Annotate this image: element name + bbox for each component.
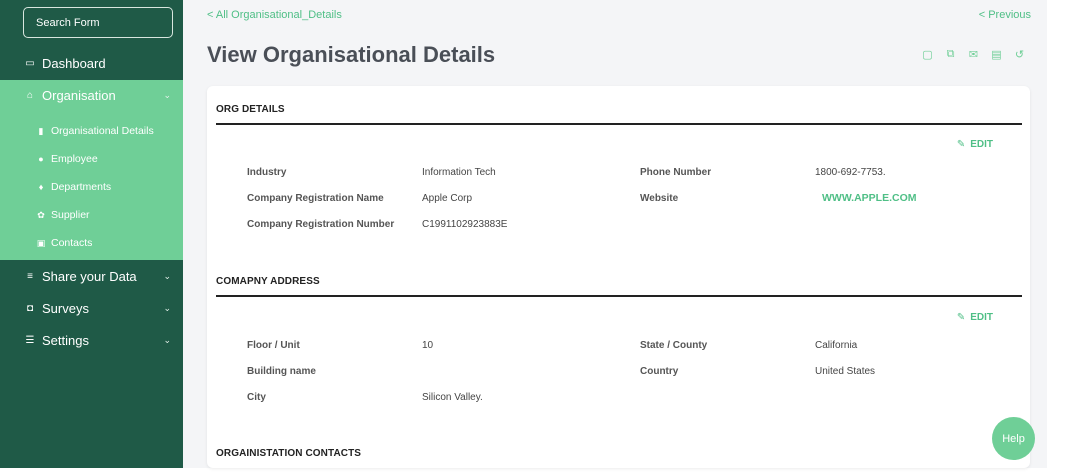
breadcrumb-all-organisational-details[interactable]: < All Organisational_Details <box>207 9 342 21</box>
sidebar-item-label: Organisation <box>42 87 116 103</box>
help-button[interactable]: Help <box>992 417 1035 460</box>
search-form-button[interactable]: Search Form <box>23 7 173 38</box>
sidebar-item-label: Dashboard <box>42 55 106 71</box>
supplier-icon: ✿ <box>37 209 45 220</box>
contacts-icon: ▣ <box>36 237 46 248</box>
page-title: View Organisational Details <box>207 42 496 67</box>
document-icon: ▮ <box>38 125 44 136</box>
person-icon: ♦ <box>38 182 44 192</box>
pencil-icon: ✎ <box>956 312 966 323</box>
city-value: Silicon Valley. <box>422 392 483 403</box>
copy-icon[interactable]: ▢ <box>916 46 939 62</box>
sidebar-item-organisation[interactable]: ⌂ Organisation ⌄ <box>0 82 183 108</box>
building-name-label: Building name <box>247 366 316 377</box>
state-county-value: California <box>815 340 858 351</box>
country-value: United States <box>815 366 876 377</box>
search-form-label: Search Form <box>36 16 100 29</box>
sliders-icon: ☰ <box>25 334 35 346</box>
toolbar: ▢ ⧉ ✉ ▤ ↺ <box>916 46 1031 62</box>
address-edit-button[interactable]: ✎ EDIT <box>957 312 993 323</box>
sidebar-subitem-supplier[interactable]: ✿ Supplier <box>0 204 183 226</box>
website-label: Website <box>640 193 679 204</box>
registration-name-value: Apple Corp <box>422 193 473 204</box>
chevron-down-icon: ⌄ <box>163 270 171 281</box>
floor-unit-value: 10 <box>422 340 434 351</box>
database-icon: ≡ <box>27 270 33 282</box>
country-label: Country <box>640 366 679 377</box>
state-county-label: State / County <box>640 340 708 351</box>
bank-icon: ⌂ <box>26 89 34 101</box>
sidebar-subitem-label: Supplier <box>51 209 90 221</box>
section-divider <box>216 295 1022 297</box>
phone-label: Phone Number <box>640 167 712 178</box>
floor-unit-label: Floor / Unit <box>247 340 300 351</box>
edit-label: EDIT <box>970 139 993 150</box>
city-label: City <box>247 392 266 403</box>
sidebar-subitem-organisational-details[interactable]: ▮ Organisational Details <box>0 120 183 142</box>
help-label: Help <box>1002 432 1025 445</box>
sidebar: Search Form ▭ Dashboard ⌂ Organisation ⌄… <box>0 0 183 468</box>
registration-number-label: Company Registration Number <box>247 219 395 230</box>
sidebar-subitem-departments[interactable]: ♦ Departments <box>0 176 183 198</box>
sidebar-item-label: Surveys <box>42 300 89 316</box>
pencil-icon: ✎ <box>956 139 966 150</box>
previous-link[interactable]: < Previous <box>979 9 1031 21</box>
sidebar-item-dashboard[interactable]: ▭ Dashboard <box>0 50 183 76</box>
registration-name-label: Company Registration Name <box>247 193 384 204</box>
main-content: < All Organisational_Details < Previous … <box>183 0 1047 468</box>
website-link[interactable]: WWW.APPLE.COM <box>822 192 917 204</box>
chevron-down-icon: ⌄ <box>163 334 171 345</box>
org-details-title: ORG DETAILS <box>216 104 285 115</box>
section-divider <box>216 123 1022 125</box>
industry-value: Information Tech <box>422 167 496 178</box>
org-details-edit-button[interactable]: ✎ EDIT <box>957 139 993 150</box>
sidebar-subitem-label: Organisational Details <box>51 125 154 137</box>
sidebar-item-share-your-data[interactable]: ≡ Share your Data ⌄ <box>0 263 183 289</box>
sidebar-item-settings[interactable]: ☰ Settings ⌄ <box>0 327 183 353</box>
chevron-down-icon: ⌄ <box>163 89 171 100</box>
organisation-contacts-title: ORGAINISTATION CONTACTS <box>216 448 362 459</box>
sidebar-item-label: Share your Data <box>42 268 137 284</box>
industry-label: Industry <box>247 167 287 178</box>
edit-label: EDIT <box>970 312 993 323</box>
registration-number-value: C1991102923883E <box>422 219 508 230</box>
duplicate-icon[interactable]: ⧉ <box>939 46 962 62</box>
undo-icon[interactable]: ↺ <box>1008 46 1031 62</box>
survey-icon: ◘ <box>26 302 34 314</box>
sidebar-subitem-label: Departments <box>51 181 112 193</box>
sidebar-subitem-label: Employee <box>51 153 98 165</box>
dashboard-icon: ▭ <box>25 57 35 69</box>
company-address-title: COMAPNY ADDRESS <box>216 276 320 287</box>
person-icon: ● <box>38 154 44 164</box>
details-card: ORG DETAILS ✎ EDIT Industry Information … <box>207 86 1030 468</box>
phone-value: 1800-692-7753. <box>815 167 886 178</box>
sidebar-item-label: Settings <box>42 332 89 348</box>
sidebar-subitem-label: Contacts <box>51 237 93 249</box>
sidebar-subitem-contacts[interactable]: ▣ Contacts <box>0 232 183 254</box>
mail-icon[interactable]: ✉ <box>962 46 985 62</box>
sidebar-subitem-employee[interactable]: ● Employee <box>0 148 183 170</box>
page-edge <box>1047 0 1067 474</box>
chevron-down-icon: ⌄ <box>163 302 171 313</box>
pdf-icon[interactable]: ▤ <box>985 46 1008 62</box>
sidebar-item-surveys[interactable]: ◘ Surveys ⌄ <box>0 295 183 321</box>
